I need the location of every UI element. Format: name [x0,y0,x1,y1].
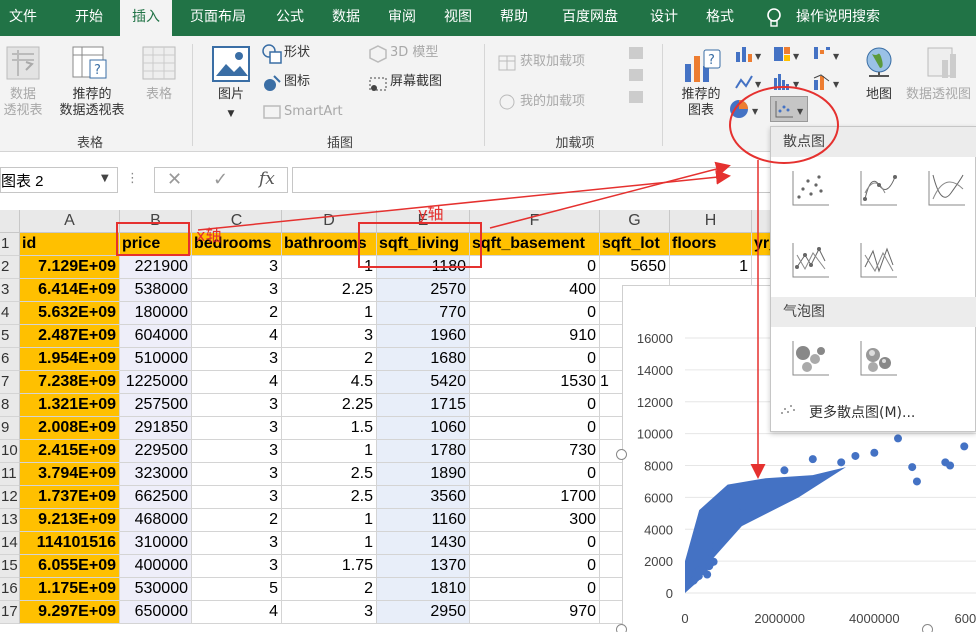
annotation-overlay [197,86,839,479]
annotation-circle [729,86,839,164]
